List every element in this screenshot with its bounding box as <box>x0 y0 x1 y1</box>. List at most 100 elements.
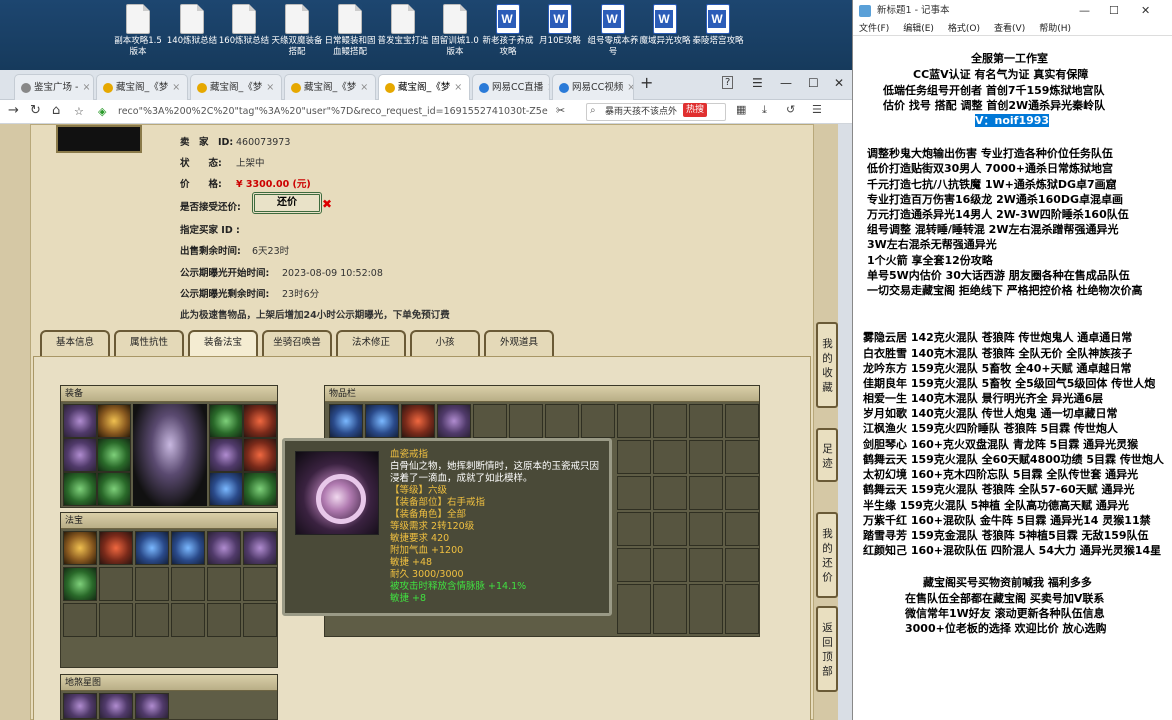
close-window-button[interactable]: ✕ <box>1141 0 1150 22</box>
inventory-slot[interactable] <box>617 512 651 546</box>
maximize-button[interactable]: ☐ <box>808 76 819 90</box>
fabao-slot[interactable] <box>207 531 241 565</box>
refresh-icon[interactable]: ↻ <box>30 103 41 118</box>
equip-slot[interactable] <box>209 404 243 438</box>
menu-file[interactable]: 文件(F) <box>859 24 889 34</box>
close-icon[interactable]: × <box>547 82 549 93</box>
fabao-slot[interactable] <box>243 603 277 637</box>
inventory-slot[interactable] <box>689 440 723 474</box>
counter-offer-button[interactable]: 还价 <box>252 192 322 214</box>
menu-view[interactable]: 查看(V) <box>994 24 1025 34</box>
inventory-slot[interactable] <box>689 584 723 634</box>
inventory-slot[interactable] <box>689 404 723 438</box>
equip-slot[interactable] <box>97 438 131 472</box>
new-tab-button[interactable]: + <box>640 73 653 92</box>
equip-slot[interactable] <box>97 472 131 506</box>
tab-appearance[interactable]: 外观道具 <box>484 330 554 356</box>
home-icon[interactable]: ⌂ <box>52 103 60 118</box>
fabao-slot[interactable] <box>171 531 205 565</box>
menu-format[interactable]: 格式(O) <box>948 24 980 34</box>
inventory-slot[interactable] <box>725 440 759 474</box>
equip-slot[interactable] <box>243 472 277 506</box>
desktop-file-icon[interactable]: W 魔域异光攻略 <box>639 4 691 47</box>
fabao-slot[interactable] <box>63 567 97 601</box>
inventory-slot[interactable] <box>617 404 651 438</box>
fabao-slot[interactable] <box>207 603 241 637</box>
fabao-slot[interactable] <box>135 531 169 565</box>
equip-slot[interactable] <box>97 404 131 438</box>
extension-icon[interactable]: ▦ <box>736 103 746 116</box>
my-favorites-button[interactable]: 我的收藏 <box>816 322 838 408</box>
desktop-file-icon[interactable]: W 月10E攻略 <box>534 4 586 47</box>
desktop-file-icon[interactable]: 副本攻略1.5版本 <box>112 4 164 58</box>
close-icon[interactable]: × <box>360 82 368 93</box>
close-icon[interactable]: × <box>266 82 274 93</box>
download-icon[interactable]: ⤓ <box>762 103 767 117</box>
hot-badge[interactable]: 热搜 <box>683 103 708 117</box>
inventory-slot[interactable] <box>725 404 759 438</box>
desktop-file-icon[interactable]: 160炼狱总结 <box>218 4 270 47</box>
browser-tab[interactable]: 藏宝阁_《梦 × <box>190 74 282 100</box>
inventory-slot[interactable] <box>581 404 615 438</box>
tab-attributes[interactable]: 属性抗性 <box>114 330 184 356</box>
inventory-slot[interactable] <box>473 404 507 438</box>
browser-tab[interactable]: 藏宝阁_《梦 × <box>96 74 188 100</box>
fabao-slot[interactable] <box>171 567 205 601</box>
fabao-slot[interactable] <box>135 567 169 601</box>
browser-tab-active[interactable]: 藏宝阁_《梦 × <box>378 74 470 100</box>
equip-slot[interactable] <box>209 438 243 472</box>
fabao-slot[interactable] <box>171 603 205 637</box>
equip-slot[interactable] <box>63 404 97 438</box>
inventory-slot[interactable] <box>653 548 687 582</box>
inventory-slot[interactable] <box>725 548 759 582</box>
tab-mounts[interactable]: 坐骑召唤兽 <box>262 330 332 356</box>
inventory-slot[interactable] <box>617 440 651 474</box>
address-bar[interactable]: reco"%3A%200%2C%20"tag"%3A%20"user"%7D&r… <box>118 103 548 121</box>
star-slot[interactable] <box>99 693 133 719</box>
inventory-slot[interactable] <box>401 404 435 438</box>
equip-slot[interactable] <box>243 404 277 438</box>
browser-tab[interactable]: 藏宝阁_《梦 × <box>284 74 376 100</box>
close-icon[interactable]: × <box>627 82 633 93</box>
inventory-slot[interactable] <box>689 476 723 510</box>
tab-children[interactable]: 小孩 <box>410 330 480 356</box>
desktop-file-icon[interactable]: W 组号零成本养号 <box>587 4 639 58</box>
close-icon[interactable]: × <box>454 82 462 93</box>
fabao-slot[interactable] <box>63 531 97 565</box>
inventory-slot[interactable] <box>617 476 651 510</box>
inventory-slot[interactable] <box>617 548 651 582</box>
undo-icon[interactable]: ↺ <box>786 103 795 116</box>
browser-tab[interactable]: 鉴宝广场 - × <box>14 74 94 100</box>
inventory-slot[interactable] <box>329 404 363 438</box>
menu-help[interactable]: 帮助(H) <box>1039 24 1071 34</box>
equip-slot[interactable] <box>63 472 97 506</box>
equip-slot[interactable] <box>243 438 277 472</box>
back-icon[interactable]: → <box>8 103 19 118</box>
inventory-slot[interactable] <box>509 404 543 438</box>
desktop-file-icon[interactable]: 天缘双魔装备搭配 <box>271 4 323 58</box>
inventory-slot[interactable] <box>653 440 687 474</box>
minimize-button[interactable]: — <box>780 76 792 90</box>
footprint-button[interactable]: 足迹 <box>816 428 838 482</box>
tab-basic-info[interactable]: 基本信息 <box>40 330 110 356</box>
menu-icon[interactable]: ☰ <box>752 76 763 90</box>
inventory-slot[interactable] <box>437 404 471 438</box>
inventory-slot[interactable] <box>725 476 759 510</box>
inventory-slot[interactable] <box>653 584 687 634</box>
inventory-slot[interactable] <box>653 404 687 438</box>
inventory-slot[interactable] <box>365 404 399 438</box>
desktop-file-icon[interactable]: 固留训城1.0版本 <box>429 4 481 58</box>
help-icon[interactable]: ? <box>722 76 734 89</box>
inventory-slot[interactable] <box>617 584 651 634</box>
close-icon[interactable]: × <box>172 82 180 93</box>
desktop-file-icon[interactable]: W 新老孩子养成攻略 <box>482 4 534 58</box>
inventory-slot[interactable] <box>725 512 759 546</box>
star-slot[interactable] <box>63 693 97 719</box>
tab-equipment[interactable]: 装备法宝 <box>188 330 258 356</box>
maximize-button[interactable]: ☐ <box>1109 0 1119 22</box>
close-icon[interactable]: × <box>82 82 90 93</box>
fabao-slot[interactable] <box>243 567 277 601</box>
desktop-file-icon[interactable]: 普发宝宝打造 <box>377 4 429 47</box>
my-counteroffers-button[interactable]: 我的还价 <box>816 512 838 598</box>
back-to-top-button[interactable]: 返回顶部 <box>816 606 838 692</box>
